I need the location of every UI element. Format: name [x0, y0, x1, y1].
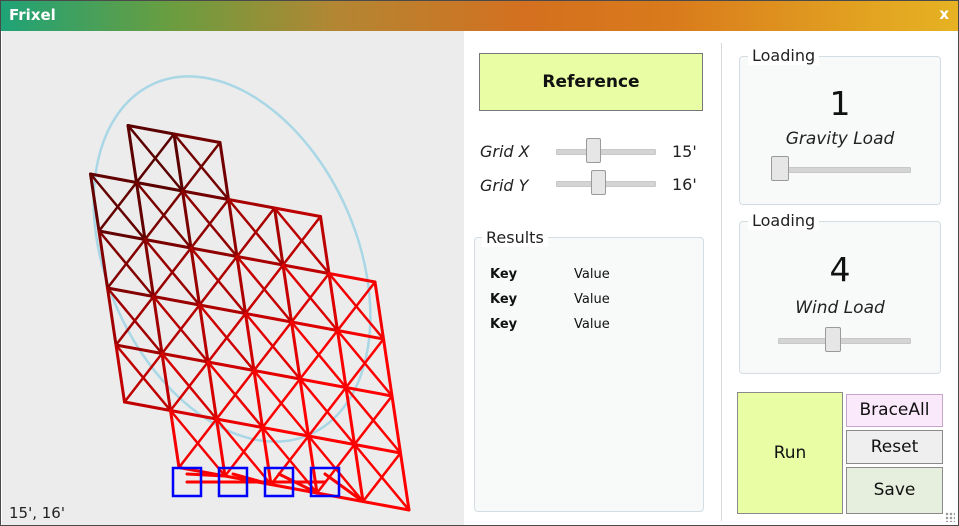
close-button[interactable]: x — [939, 5, 949, 23]
result-row: Key Value — [490, 317, 610, 332]
grid-x-label: Grid X — [480, 142, 530, 161]
result-key: Key — [490, 267, 518, 282]
gravity-load-label: Gravity Load — [785, 129, 895, 149]
grid-y-label: Grid Y — [480, 176, 529, 195]
grid-x-slider-track[interactable] — [556, 149, 656, 155]
panel-divider — [721, 43, 722, 521]
reset-button[interactable]: Reset — [846, 430, 943, 464]
gravity-slider-track[interactable] — [771, 167, 911, 173]
result-key: Key — [490, 292, 518, 307]
wind-load-number: 4 — [829, 250, 851, 289]
selection-outline — [92, 75, 372, 443]
reference-button[interactable]: Reference — [479, 53, 703, 111]
grid-x-slider-thumb[interactable] — [586, 138, 601, 163]
wind-load-label: Wind Load — [795, 298, 885, 318]
gravity-slider-thumb[interactable] — [771, 156, 789, 181]
result-key: Key — [490, 317, 518, 332]
window-title: Frixel — [9, 6, 56, 24]
resize-grip-icon[interactable] — [945, 512, 955, 522]
structure-drawing[interactable] — [2, 31, 464, 525]
frixel-window: Frixel x 15', 16' Reference Grid X 15' G… — [0, 0, 959, 526]
results-title: Results — [482, 228, 548, 247]
result-value: Value — [574, 292, 610, 307]
structure-canvas[interactable]: 15', 16' — [2, 31, 464, 525]
grid-y-slider-thumb[interactable] — [591, 170, 606, 195]
wind-slider-thumb[interactable] — [825, 327, 841, 352]
result-value: Value — [574, 317, 610, 332]
save-button[interactable]: Save — [846, 467, 943, 514]
result-value: Value — [574, 267, 610, 282]
grid-x-value: 15' — [672, 142, 697, 161]
run-button[interactable]: Run — [737, 392, 843, 514]
wind-loading-title: Loading — [748, 211, 820, 230]
brace-all-button[interactable]: BraceAll — [846, 394, 943, 427]
wind-slider-track[interactable] — [778, 338, 911, 344]
result-row: Key Value — [490, 267, 610, 282]
grid-y-value: 16' — [672, 175, 697, 194]
gravity-loading-title: Loading — [748, 46, 820, 65]
cursor-coordinates: 15', 16' — [9, 504, 65, 522]
grid-y-slider-track[interactable] — [556, 181, 656, 187]
gravity-load-number: 1 — [829, 84, 851, 123]
title-bar[interactable]: Frixel x — [1, 1, 958, 31]
result-row: Key Value — [490, 292, 610, 307]
